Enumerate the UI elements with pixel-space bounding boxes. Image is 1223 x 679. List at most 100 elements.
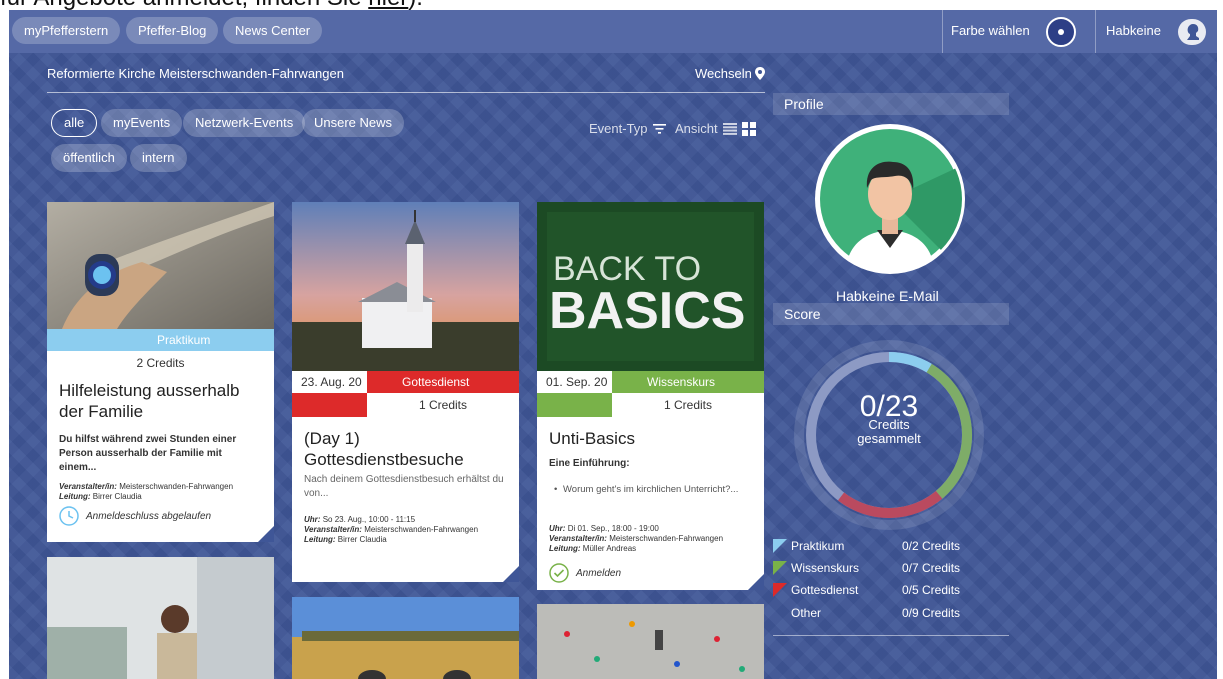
registration-status-text: Anmeldeschluss abgelaufen [86,510,212,522]
color-picker-label[interactable]: Farbe wählen [951,23,1030,38]
organizer-value: Meisterschwanden-Fahrwangen [364,525,479,534]
event-image-church [292,202,519,371]
card-corner [748,574,764,590]
organizer-label: Veranstalter/in: [304,525,362,534]
filter-public[interactable]: öffentlich [51,144,127,172]
legend-name: Other [791,606,822,620]
event-date: 01. Sep. 20 [537,371,612,393]
category-label: Gottesdienst [402,375,470,389]
legend-name: Praktikum [791,539,845,553]
event-type-filter[interactable]: Event-Typ [589,121,666,136]
score-segment-gottesdienst [837,490,943,518]
organizer-value: Meisterschwanden-Fahrwangen [609,534,724,543]
legend-wissenskurs: Wissenskurs 0/7 Credits [773,558,1009,578]
color-picker-button[interactable] [1046,17,1076,47]
filter-our-news[interactable]: Unsere News [302,109,405,137]
list-view-icon[interactable] [722,122,737,135]
filter-network-events[interactable]: Netzwerk-Events [183,109,306,137]
time-label: Uhr: [304,515,321,524]
legend-flag-icon [773,561,787,575]
nav-mypfefferstern[interactable]: myPfefferstern [12,17,121,44]
category-banner: Wissenskurs [612,371,764,393]
profile-avatar[interactable] [815,124,965,274]
filter-icon [652,124,666,134]
category-label: Praktikum [157,333,211,347]
legend-value: 0/9 Credits [902,606,961,620]
nav-pfeffer-blog[interactable]: Pfeffer-Blog [126,17,219,44]
header-divider [47,92,765,93]
event-image-reading-woman [47,557,274,679]
category-banner: Praktikum [47,329,274,351]
event-meta: Uhr: So 23. Aug., 10:00 - 11:15 Veransta… [304,515,513,545]
leader-value: Birrer Claudia [92,492,142,501]
category-label: Wissenskurs [647,375,716,389]
event-title: Hilfeleistung ausserhalb der Familie [59,381,240,421]
legend-gottesdienst: Gottesdienst 0/5 Credits [773,580,1009,600]
grid-view-icon[interactable] [741,121,756,136]
leader-label: Leitung: [304,535,336,544]
check-circle-icon [549,563,569,583]
event-image-watch [47,202,274,329]
credits-value: 1 Credits [612,393,764,417]
user-avatar-button[interactable] [1178,19,1206,45]
event-image-back-to-basics: BACK TO BASICS [537,202,764,371]
organizer-label: Veranstalter/in: [549,534,607,543]
score-segment-praktikum [888,351,932,373]
event-date: 23. Aug. 20 [292,371,367,393]
organization-name: Reformierte Kirche Meisterschwanden-Fahr… [47,66,344,81]
event-image-climbing-wall [537,604,764,679]
card-corner [258,526,274,542]
event-description: Nach deinem Gottesdienstbesuch erhältst … [304,474,504,499]
divider [942,10,943,53]
clock-icon [59,506,79,526]
legend-name: Wissenskurs [791,561,860,575]
top-navigation-bar: myPfefferstern Pfeffer-Blog News Center … [9,10,1217,53]
view-label: Ansicht [675,121,718,136]
event-title: Unti-Basics [549,429,635,448]
location-pin-icon [754,67,765,80]
switch-organization-button[interactable]: Wechseln [695,66,765,81]
nav-news-center[interactable]: News Center [223,17,323,44]
app-window: myPfefferstern Pfeffer-Blog News Center … [9,10,1217,679]
event-image-field [292,597,519,679]
registration-status: Anmeldeschluss abgelaufen [59,506,211,526]
register-button[interactable]: Anmelden [549,563,621,583]
user-name[interactable]: Habkeine [1106,23,1161,38]
profile-heading: Profile [773,93,1009,115]
event-bullet-text: Worum geht's im kirchlichen Unterricht?.… [563,484,739,495]
event-card-partial[interactable] [292,597,519,679]
legend-value: 0/5 Credits [902,583,961,597]
filter-myevents[interactable]: myEvents [101,109,183,137]
leader-value: Müller Andreas [582,544,637,553]
event-card-hilfeleistung[interactable]: Praktikum 2 Credits Hilfeleistung ausser… [47,202,274,542]
legend-value: 0/7 Credits [902,561,961,575]
bullet-dot: • [554,484,558,495]
organizer-label: Veranstalter/in: [59,482,117,491]
legend-value: 0/2 Credits [902,539,961,553]
event-subtitle: Eine Einführung: [549,458,630,469]
event-card-partial[interactable] [537,604,764,679]
leader-value: Birrer Claudia [337,535,387,544]
credits-value: 1 Credits [367,393,519,417]
switch-label: Wechseln [695,66,752,81]
event-meta: Veranstalter/in: Meisterschwanden-Fahrwa… [59,482,268,502]
event-card-unti-basics[interactable]: BACK TO BASICS 01. Sep. 20 Wissenskurs 1… [537,202,764,590]
leader-label: Leitung: [59,492,91,501]
filter-internal[interactable]: intern [130,144,187,172]
event-meta: Uhr: Di 01. Sep., 18:00 - 19:00 Veransta… [549,524,758,554]
divider [1095,10,1096,53]
event-card-partial[interactable] [47,557,274,679]
category-banner: Gottesdienst [367,371,519,393]
event-card-gottesdienst[interactable]: 23. Aug. 20 Gottesdienst 1 Credits (Day … [292,202,519,582]
credits-value: 2 Credits [47,351,274,375]
filter-all[interactable]: alle [51,109,98,137]
score-caption-line2: gesammelt [857,431,921,446]
legend-praktikum: Praktikum 0/2 Credits [773,536,1009,556]
event-bullet: • Worum geht's im kirchlichen Unterricht… [554,483,750,496]
legend-flag-icon [773,583,787,597]
event-type-label: Event-Typ [589,121,648,136]
profile-name: Habkeine E-Mail [836,288,939,304]
leader-label: Leitung: [549,544,581,553]
event-title: (Day 1) Gottesdienstbesuche [304,429,464,469]
user-silhouette-icon [1187,24,1199,40]
